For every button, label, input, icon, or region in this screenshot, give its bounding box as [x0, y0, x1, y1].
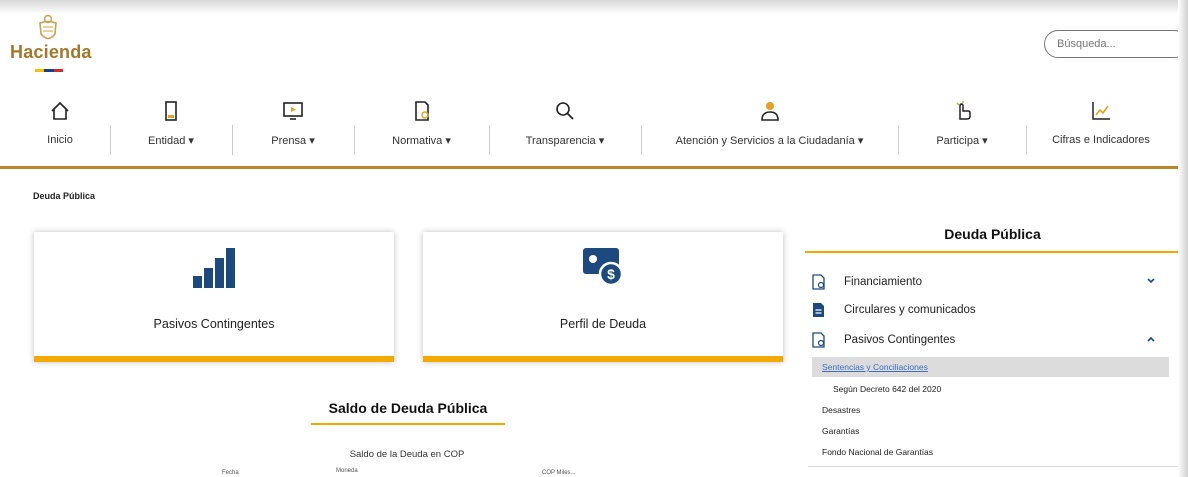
- home-icon: [51, 101, 69, 120]
- search-input[interactable]: [1055, 37, 1169, 51]
- brand-name: Hacienda: [10, 42, 92, 62]
- nav-item-prensa[interactable]: Prensa ▾: [232, 96, 354, 158]
- sidebar-subitem-label[interactable]: Sentencias y Conciliaciones: [822, 362, 928, 372]
- saldo-subtitle: Saldo de la Deuda en COP: [349, 449, 465, 460]
- sidebar-item-label: Circulares y comunicados: [844, 304, 976, 316]
- card-pasivos-contingentes[interactable]: Pasivos Contingentes: [34, 232, 394, 362]
- nav-label: Atención y Servicios a la Ciudadanía ▾: [675, 135, 864, 147]
- nav-label: Entidad ▾: [148, 135, 194, 147]
- sidebar-item-label: Financiamiento: [844, 276, 922, 288]
- nav-item-inicio[interactable]: Inicio: [10, 96, 110, 158]
- column-header-fecha: Fecha: [222, 470, 239, 476]
- nav-label: Transparencia ▾: [525, 135, 605, 147]
- nav-label: Normativa ▾: [392, 135, 451, 147]
- building-icon: [165, 101, 177, 121]
- sidebar-item-financiamiento[interactable]: Financiamiento: [808, 272, 1168, 294]
- monitor-play-icon: [283, 102, 303, 120]
- bar-chart-icon: [193, 248, 235, 288]
- chevron-up-icon[interactable]: [1146, 334, 1156, 344]
- nav-item-atencion[interactable]: Atención y Servicios a la Ciudadanía ▾: [641, 96, 898, 158]
- card-label: Perfil de Deuda: [559, 317, 647, 331]
- sidebar-subitem-fondo[interactable]: Fondo Nacional de Garantías: [822, 447, 933, 457]
- page: Hacienda Inicio Entidad ▾ Prensa ▾ Norma…: [0, 0, 1188, 477]
- card-perfil-de-deuda[interactable]: $ Perfil de Deuda: [423, 232, 783, 362]
- sidebar-item-pasivos-contingentes[interactable]: Pasivos Contingentes: [808, 330, 1168, 352]
- nav-label: Inicio: [47, 134, 73, 146]
- main-nav: Inicio Entidad ▾ Prensa ▾ Normativa ▾ Tr…: [0, 96, 1178, 168]
- sidebar-item-circulares[interactable]: Circulares y comunicados: [808, 300, 1168, 322]
- chevron-down-icon[interactable]: [1146, 276, 1156, 286]
- sidebar-subitem-decreto[interactable]: Según Decreto 642 del 2020: [833, 384, 941, 394]
- sidebar-subitem-active[interactable]: Sentencias y Conciliaciones: [812, 357, 1169, 377]
- coat-of-arms-icon: [39, 14, 57, 40]
- search-box[interactable]: [1044, 30, 1188, 58]
- nav-item-cifras[interactable]: Cifras e Indicadores: [1026, 96, 1176, 158]
- sidebar-subitem-desastres[interactable]: Desastres: [822, 405, 860, 415]
- saldo-underline: [311, 423, 505, 425]
- sidebar-subitem-garantias[interactable]: Garantías: [822, 426, 859, 436]
- sidebar-divider: [808, 466, 1178, 467]
- nav-underline: [0, 166, 1180, 169]
- card-accent-bar: [423, 356, 783, 362]
- document-gear-icon: [812, 332, 825, 348]
- document-list-icon: [813, 303, 824, 317]
- hacienda-logo[interactable]: Hacienda: [8, 14, 94, 76]
- hand-pointer-icon: [956, 101, 971, 120]
- card-accent-bar: [34, 356, 394, 362]
- nav-label: Prensa ▾: [271, 135, 315, 147]
- flag-stripe: [35, 69, 63, 72]
- saldo-title: Saldo de Deuda Pública: [328, 400, 488, 416]
- svg-text:$: $: [607, 266, 615, 282]
- document-gear-icon: [812, 274, 825, 290]
- nav-item-normativa[interactable]: Normativa ▾: [354, 96, 489, 158]
- breadcrumb: Deuda Pública: [33, 191, 96, 201]
- chart-trend-icon: [1092, 102, 1110, 120]
- document-edit-icon: [414, 101, 429, 121]
- search-icon: [556, 102, 574, 120]
- money-icon: $: [583, 248, 624, 287]
- user-icon: [760, 102, 779, 121]
- column-header-moneda: Moneda: [336, 468, 358, 474]
- sidebar-title: Deuda Pública: [944, 226, 1041, 242]
- right-edge-shadow: [1178, 0, 1188, 477]
- nav-label: Cifras e Indicadores: [1052, 134, 1150, 146]
- nav-item-entidad[interactable]: Entidad ▾: [110, 96, 232, 158]
- nav-item-participa[interactable]: Participa ▾: [898, 96, 1026, 158]
- column-header-cop: COP Miles...: [542, 470, 576, 476]
- card-label: Pasivos Contingentes: [153, 317, 275, 331]
- nav-item-transparencia[interactable]: Transparencia ▾: [489, 96, 641, 158]
- sidebar-item-label: Pasivos Contingentes: [844, 334, 956, 346]
- top-shadow: [0, 0, 1188, 14]
- sidebar-title-underline: [805, 251, 1180, 253]
- nav-label: Participa ▾: [936, 135, 988, 147]
